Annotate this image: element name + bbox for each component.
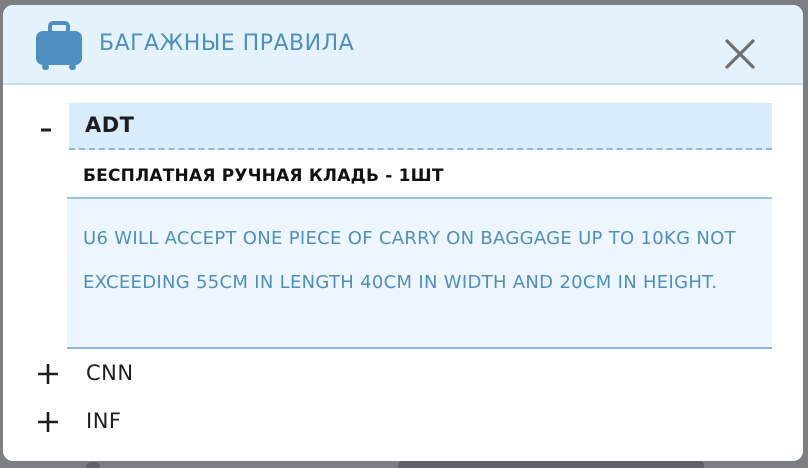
- expand-cnn-plus-icon[interactable]: [35, 361, 61, 387]
- close-icon[interactable]: [721, 35, 759, 73]
- suitcase-icon: [36, 21, 82, 70]
- baggage-rule-details: U6 WILL ACCEPT ONE PIECE OF CARRY ON BAG…: [67, 199, 772, 349]
- modal-header: БАГАЖНЫЕ ПРАВИЛА: [3, 5, 803, 85]
- collapse-adt-minus-icon[interactable]: [33, 117, 59, 143]
- passenger-code-cnn[interactable]: CNN: [86, 361, 134, 385]
- passenger-code-adt: ADT: [85, 113, 135, 137]
- baggage-rule-description: U6 WILL ACCEPT ONE PIECE OF CARRY ON BAG…: [83, 228, 736, 293]
- baggage-rules-modal: БАГАЖНЫЕ ПРАВИЛА ADT БЕСПЛАТНАЯ РУЧНАЯ К…: [3, 5, 803, 461]
- baggage-rule-title: БЕСПЛАТНАЯ РУЧНАЯ КЛАДЬ - 1ШТ: [83, 166, 444, 186]
- passenger-group-adt[interactable]: ADT: [69, 103, 772, 150]
- backdrop-element: [86, 462, 100, 468]
- expand-inf-plus-icon[interactable]: [35, 409, 61, 435]
- backdrop-element: [398, 460, 704, 468]
- passenger-code-inf[interactable]: INF: [86, 409, 121, 433]
- modal-title: БАГАЖНЫЕ ПРАВИЛА: [99, 31, 355, 56]
